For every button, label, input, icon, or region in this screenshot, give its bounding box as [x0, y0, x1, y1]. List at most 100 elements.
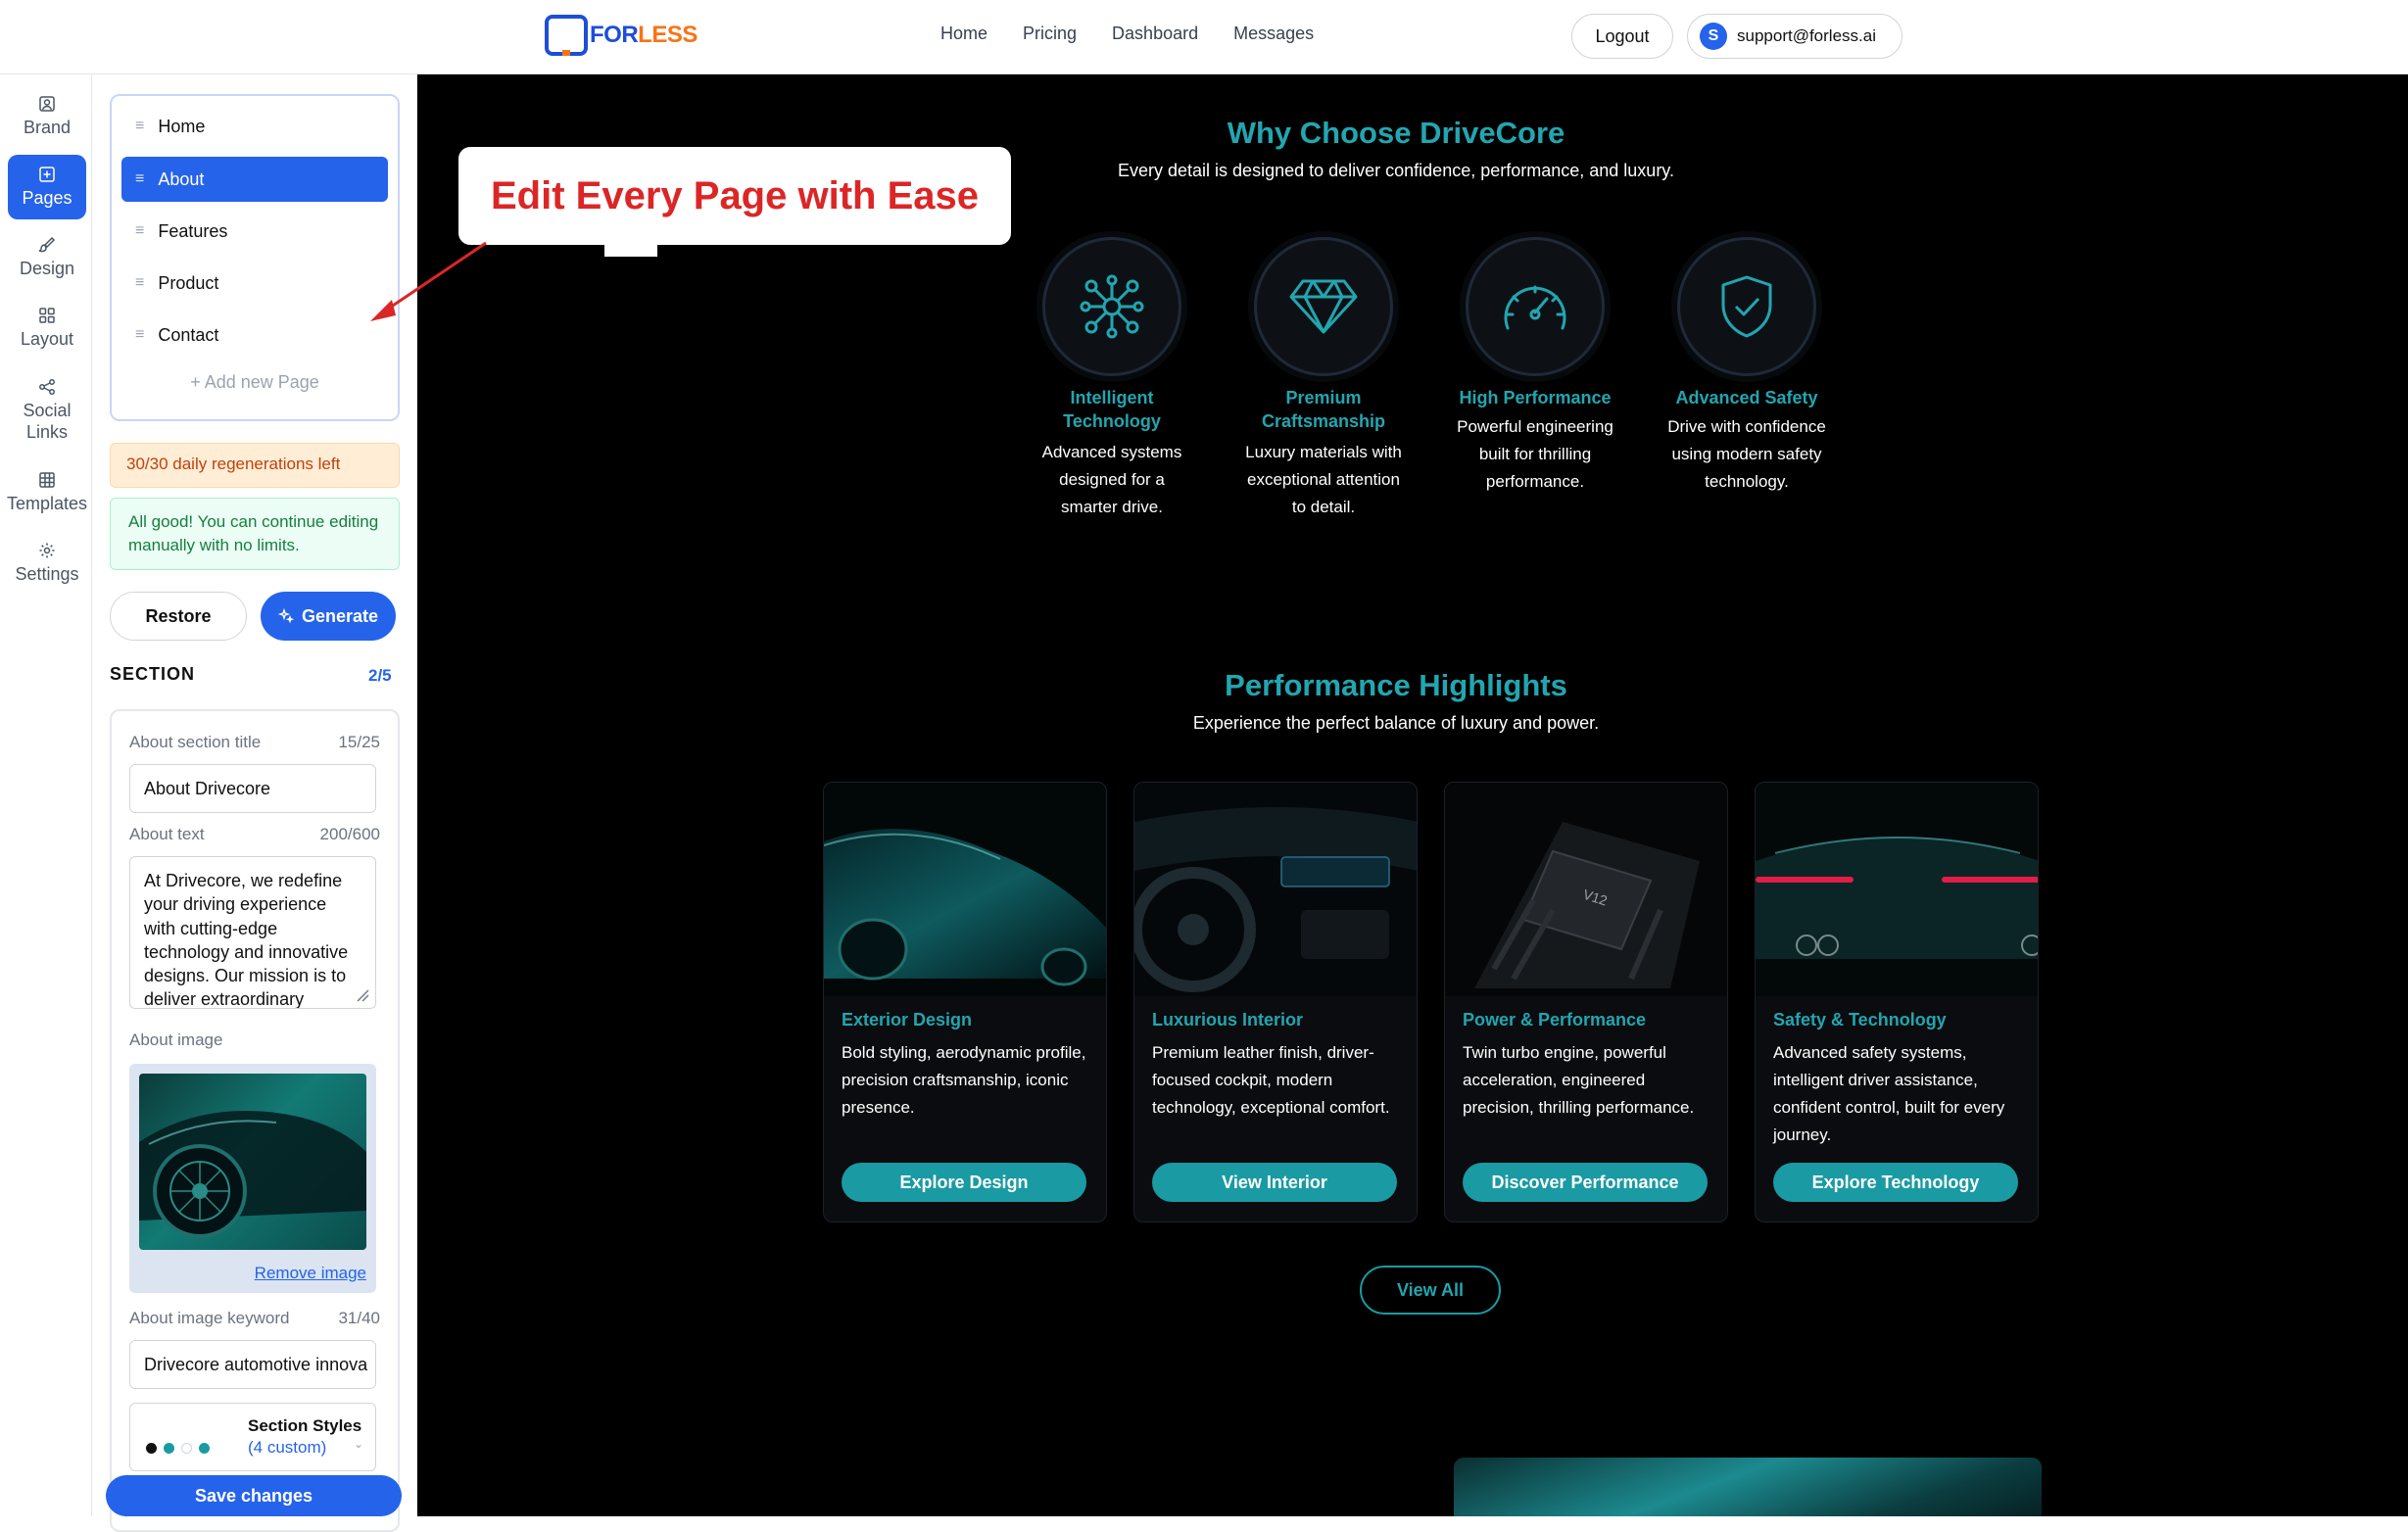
feature-title: Intelligent Technology: [1063, 388, 1161, 432]
feature-high-performance: High Performance Powerful engineering bu…: [1452, 237, 1618, 531]
explore-design-button[interactable]: Explore Design: [842, 1163, 1086, 1202]
user-email: support@forless.ai: [1737, 26, 1876, 45]
feature-title: Premium Craftsmanship: [1261, 388, 1386, 432]
card-safety-technology: Safety & Technology Advanced safety syst…: [1755, 782, 2039, 1222]
about-text-textarea[interactable]: At Drivecore, we redefine your driving e…: [129, 856, 376, 1009]
save-changes-button[interactable]: Save changes: [106, 1475, 402, 1516]
rail-item-layout[interactable]: Layout: [8, 296, 86, 360]
drag-handle-icon[interactable]: ≡: [135, 222, 144, 240]
callout-tail: [604, 243, 657, 257]
interior-cockpit-image: [1134, 783, 1417, 996]
generate-label: Generate: [301, 605, 379, 626]
feature-description: Powerful engineering built for thrilling…: [1457, 417, 1613, 492]
feature-icon-circle: [1677, 237, 1816, 376]
style-swatch: [199, 1443, 210, 1454]
nav-link-home[interactable]: Home: [940, 24, 987, 44]
card-description: Advanced safety systems, intelligent dri…: [1773, 1043, 2005, 1145]
table-icon: [39, 472, 55, 488]
rail-item-label: Layout: [20, 329, 74, 350]
network-icon: [1080, 274, 1144, 339]
forless-logo[interactable]: FORLESS: [545, 14, 698, 57]
drag-handle-icon[interactable]: ≡: [135, 170, 144, 188]
page-item-home[interactable]: ≡ Home: [121, 104, 388, 149]
rail-item-pages[interactable]: Pages: [8, 155, 86, 219]
diamond-icon: [1289, 279, 1358, 334]
feature-icon-circle: [1254, 237, 1393, 376]
view-all-button[interactable]: View All: [1360, 1266, 1501, 1315]
rail-item-templates[interactable]: Templates: [7, 460, 87, 525]
section-styles-selector[interactable]: Section Styles (4 custom) ⌄: [129, 1403, 376, 1471]
speedometer-icon: [1504, 285, 1566, 330]
nav-link-pricing[interactable]: Pricing: [1023, 24, 1077, 44]
feature-advanced-safety: Advanced Safety Drive with confidence us…: [1663, 237, 1830, 531]
image-field-label: About image: [129, 1030, 223, 1049]
rail-item-design[interactable]: Design: [8, 225, 86, 290]
car-thumbnail-image: [139, 1074, 366, 1250]
nav-link-messages[interactable]: Messages: [1233, 24, 1314, 44]
add-page-button[interactable]: + Add new Page: [112, 372, 398, 393]
grid-icon: [39, 308, 55, 323]
page-item-product[interactable]: ≡ Product: [121, 261, 388, 306]
top-navbar: FORLESS Home Pricing Dashboard Messages …: [0, 0, 2408, 74]
feature-description: Drive with confidence using modern safet…: [1667, 417, 1826, 492]
sparkle-icon: [277, 608, 294, 624]
rail-item-settings[interactable]: Settings: [8, 531, 86, 596]
brush-icon: [38, 237, 56, 253]
restore-button[interactable]: Restore: [110, 592, 247, 641]
keyword-field-label: About image keyword: [129, 1309, 290, 1327]
nav-link-dashboard[interactable]: Dashboard: [1112, 24, 1198, 44]
feature-description: Advanced systems designed for a smarter …: [1041, 443, 1182, 517]
gear-icon: [39, 543, 55, 558]
shield-check-icon: [1721, 275, 1772, 338]
engine-image: V12: [1445, 783, 1727, 996]
drag-handle-icon[interactable]: ≡: [135, 118, 144, 135]
feature-title: Advanced Safety: [1675, 388, 1818, 407]
drag-handle-icon[interactable]: ≡: [135, 274, 144, 292]
card-description: Bold styling, aerodynamic profile, preci…: [842, 1043, 1086, 1118]
user-square-icon: [39, 96, 55, 112]
rail-item-label: Design: [19, 259, 75, 279]
discover-performance-button[interactable]: Discover Performance: [1463, 1163, 1708, 1202]
user-menu[interactable]: S support@forless.ai: [1687, 14, 1902, 59]
section-styles-label: Section Styles (4 custom): [248, 1416, 362, 1458]
explore-technology-button[interactable]: Explore Technology: [1773, 1163, 2018, 1202]
text-field-label: About text: [129, 825, 205, 843]
plus-square-icon: [39, 167, 55, 182]
rail-item-brand[interactable]: Brand: [8, 84, 86, 149]
section-title-input[interactable]: About Drivecore: [129, 764, 376, 813]
page-item-label: Features: [158, 220, 228, 241]
section-counter: 2/5: [368, 666, 392, 685]
rail-item-social-links[interactable]: Social Links: [8, 366, 86, 455]
pages-list: ≡ Home ≡ About ≡ Features ≡ Product ≡ Co…: [110, 94, 400, 421]
image-keyword-input[interactable]: Drivecore automotive innova: [129, 1340, 376, 1389]
card-title: Power & Performance: [1463, 1010, 1647, 1029]
page-item-about[interactable]: ≡ About: [121, 157, 388, 202]
section-fields: About section title 15/25 About Drivecor…: [110, 709, 400, 1532]
callout-arrow-icon: [370, 241, 487, 321]
feature-icon-circle: [1466, 237, 1605, 376]
text-char-count: 200/600: [319, 825, 380, 843]
drag-handle-icon[interactable]: ≡: [135, 326, 144, 344]
card-luxurious-interior: Luxurious Interior Premium leather finis…: [1133, 782, 1418, 1222]
rail-item-label: Pages: [22, 188, 72, 209]
page-item-label: Product: [158, 272, 219, 293]
card-title: Exterior Design: [842, 1010, 973, 1029]
card-title: Luxurious Interior: [1152, 1010, 1304, 1029]
main-nav-links: Home Pricing Dashboard Messages: [940, 24, 1314, 44]
card-description: Twin turbo engine, powerful acceleration…: [1463, 1043, 1695, 1118]
rail-item-label: Brand: [23, 118, 72, 138]
feature-premium-craftsmanship: Premium Craftsmanship Luxury materials w…: [1240, 237, 1407, 516]
avatar: S: [1700, 23, 1727, 50]
page-item-contact[interactable]: ≡ Contact: [121, 312, 388, 358]
view-interior-button[interactable]: View Interior: [1152, 1163, 1397, 1202]
keyword-char-count: 31/40: [338, 1309, 380, 1327]
resize-handle-icon[interactable]: [354, 986, 369, 1002]
feature-title: High Performance: [1459, 388, 1612, 407]
page-item-features[interactable]: ≡ Features: [121, 209, 388, 254]
generate-button[interactable]: Generate: [261, 592, 396, 641]
remove-image-link[interactable]: Remove image: [255, 1264, 366, 1283]
logout-button[interactable]: Logout: [1571, 14, 1673, 59]
page-item-label: About: [158, 168, 205, 189]
logo-mark: [545, 15, 588, 56]
page-item-label: Home: [158, 116, 206, 136]
